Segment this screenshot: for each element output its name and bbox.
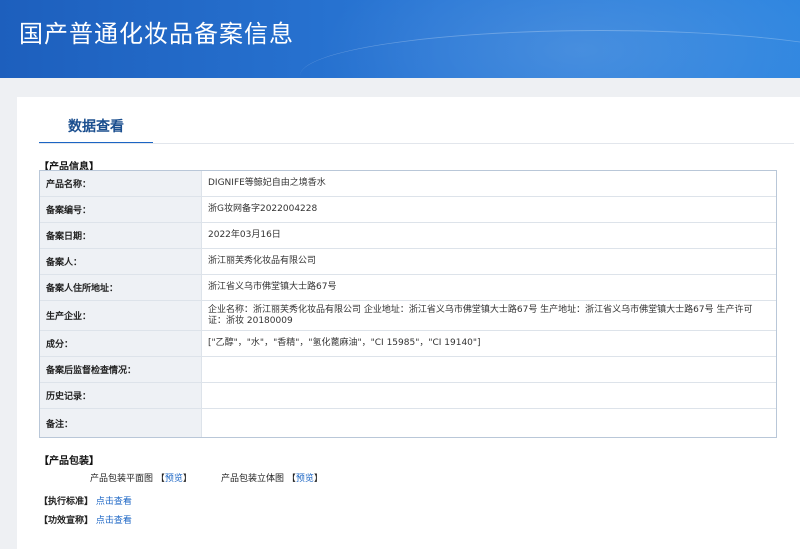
table-row: 备注： — [40, 409, 776, 437]
row-value — [202, 409, 776, 437]
table-row: 产品名称： DIGNIFE等鲸妃自由之境香水 — [40, 171, 776, 197]
row-label: 备注： — [40, 409, 202, 437]
package-solid-item: 产品包装立体图 【预览】 — [221, 471, 323, 484]
page-title: 国产普通化妆品备案信息 — [19, 20, 294, 48]
row-value: 浙G妆网备字2022004228 — [208, 204, 318, 214]
page-header: 国产普通化妆品备案信息 — [0, 0, 800, 78]
row-label: 历史记录： — [40, 383, 202, 408]
row-value — [202, 357, 776, 382]
open-bracket: 【 — [155, 474, 165, 484]
efficacy-item: 【功效宣称】 点击查看 — [39, 513, 132, 526]
flat-preview-link[interactable]: 预览 — [165, 474, 183, 484]
row-label: 生产企业： — [40, 301, 202, 330]
open-bracket: 【 — [286, 474, 296, 484]
close-bracket: 】 — [313, 474, 323, 484]
row-label: 备案日期： — [40, 223, 202, 248]
row-value: DIGNIFE等鲸妃自由之境香水 — [208, 178, 326, 188]
row-label: 备案编号： — [40, 197, 202, 222]
table-row: 生产企业： 企业名称：浙江丽芙秀化妆品有限公司 企业地址：浙江省义乌市佛堂镇大士… — [40, 301, 776, 331]
table-row: 备案日期： 2022年03月16日 — [40, 223, 776, 249]
row-label: 备案人： — [40, 249, 202, 274]
table-row: 备案人住所地址： 浙江省义乌市佛堂镇大士路67号 — [40, 275, 776, 301]
tab-divider — [39, 143, 794, 144]
row-value: 2022年03月16日 — [208, 230, 281, 240]
content-card: 数据查看 【产品信息】 产品名称： DIGNIFE等鲸妃自由之境香水 备案编号：… — [17, 97, 800, 549]
solid-preview-link[interactable]: 预览 — [296, 474, 314, 484]
table-row: 备案编号： 浙G妆网备字2022004228 — [40, 197, 776, 223]
standard-item: 【执行标准】 点击查看 — [39, 494, 132, 507]
tab-label: 数据查看 — [68, 119, 124, 135]
table-row: 成分： ["乙醇"，"水"，"香精"，"氢化蓖麻油"，"CI 15985"，"C… — [40, 331, 776, 357]
row-label: 备案后监督检查情况： — [40, 357, 202, 382]
package-solid-label: 产品包装立体图 — [221, 474, 285, 484]
tab-data-view[interactable]: 数据查看 — [39, 97, 153, 144]
table-row: 备案人： 浙江丽芙秀化妆品有限公司 — [40, 249, 776, 275]
row-label: 产品名称： — [40, 171, 202, 196]
row-value: 企业名称：浙江丽芙秀化妆品有限公司 企业地址：浙江省义乌市佛堂镇大士路67号 生… — [208, 304, 753, 326]
section-product-package: 【产品包装】 — [39, 456, 99, 467]
table-row: 备案后监督检查情况： — [40, 357, 776, 383]
row-value: 浙江丽芙秀化妆品有限公司 — [208, 256, 317, 266]
product-info-table: 产品名称： DIGNIFE等鲸妃自由之境香水 备案编号： 浙G妆网备字20220… — [39, 170, 777, 438]
row-value — [202, 383, 776, 408]
efficacy-view-link[interactable]: 点击查看 — [96, 516, 132, 526]
section-efficacy: 【功效宣称】 — [39, 516, 94, 526]
row-value: ["乙醇"，"水"，"香精"，"氢化蓖麻油"，"CI 15985"，"CI 19… — [208, 338, 481, 348]
row-label: 备案人住所地址： — [40, 275, 202, 300]
package-flat-label: 产品包装平面图 — [90, 474, 154, 484]
table-row: 历史记录： — [40, 383, 776, 409]
standard-view-link[interactable]: 点击查看 — [96, 497, 132, 507]
row-value: 浙江省义乌市佛堂镇大士路67号 — [208, 282, 337, 292]
package-flat-item: 产品包装平面图 【预览】 — [90, 471, 192, 484]
close-bracket: 】 — [182, 474, 192, 484]
row-label: 成分： — [40, 331, 202, 356]
section-standard: 【执行标准】 — [39, 497, 94, 507]
